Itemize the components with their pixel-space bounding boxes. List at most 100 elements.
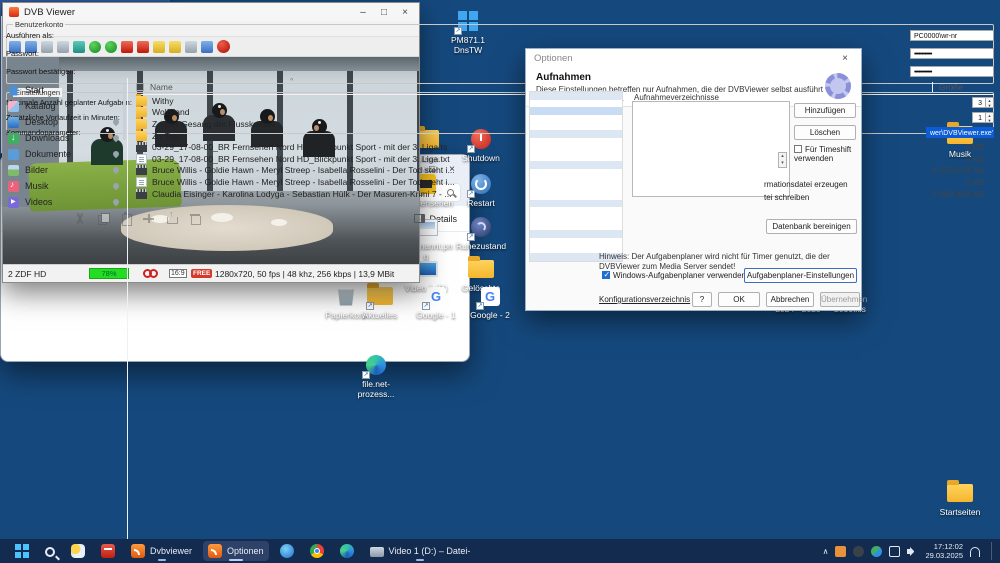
sidebar-item-bilder[interactable]: Bilder xyxy=(0,162,127,178)
tree-item-epg[interactable] xyxy=(530,169,622,177)
sidebar-item-dokumente[interactable]: Dokumente xyxy=(0,154,127,162)
taskbar-search-button[interactable] xyxy=(40,541,60,561)
cast-icon[interactable] xyxy=(889,546,900,557)
write-file-checkbox-fragment[interactable]: tei schreiben xyxy=(764,193,809,202)
taskbar-dvbviewer-button[interactable]: Dvbviewer xyxy=(126,541,197,561)
ok-button[interactable]: OK xyxy=(718,292,760,307)
taskbar-item-icon xyxy=(15,544,29,558)
sidebar-item-icon xyxy=(8,165,19,176)
tray-date: 29.03.2025 xyxy=(925,551,963,560)
taskbar-mail-button[interactable] xyxy=(96,541,120,561)
timeshift-checkbox[interactable]: Für Timeshift verwenden xyxy=(794,145,860,163)
tree-item-wiedergabe-komponenten[interactable] xyxy=(530,138,622,146)
password-input[interactable]: •••••••••••• xyxy=(910,48,994,59)
file-name: Bruce Willis - Goldie Hawn - Meryl Stree… xyxy=(152,177,470,187)
tree-item-osd-maus[interactable] xyxy=(530,215,622,223)
tree-item-senderlogos[interactable] xyxy=(530,192,622,200)
apply-button[interactable]: Übernehmen xyxy=(820,292,860,307)
taskbar-item-label: Dvbviewer xyxy=(150,546,192,556)
sidebar-item-label: Dokumente xyxy=(25,154,107,159)
taskbar: Dvbviewer Optionen Video 1 (D:) – Datei- xyxy=(0,539,1000,563)
tree-item-dvd-optionen[interactable] xyxy=(530,146,622,154)
optionen-dialog: Optionen × Aufnahmen Diese Einstellungen… xyxy=(525,48,862,311)
scheduler-settings-button[interactable]: Aufgabenplaner-Einstellungen xyxy=(744,268,857,283)
taskbar-item-icon xyxy=(131,544,145,558)
tree-item-osd-menue[interactable] xyxy=(530,223,622,231)
tree-item-aufnahme-timer[interactable] xyxy=(530,115,622,123)
clock[interactable]: 17:12:02 29.03.2025 xyxy=(925,542,963,560)
config-directory-link[interactable]: Konfigurationsverzeichnis xyxy=(599,295,690,304)
sidebar-item-label: Bilder xyxy=(25,165,107,175)
sidebar-item-icon xyxy=(8,154,19,160)
optionen-title: Optionen xyxy=(534,53,837,64)
explorer-window: Video 1 (D:) × + – □ × ← → ↑ ↻ › Dieser … xyxy=(0,154,470,362)
taskbar-item-icon xyxy=(310,544,324,558)
file-name: Claudia Eisinger - Karolina Lodyga - Seb… xyxy=(152,189,470,199)
taskbar-edge-button[interactable] xyxy=(335,541,359,561)
file-name: 03-29_17-08-00_BR Fernsehen Nord HD_Blic… xyxy=(152,154,470,164)
close-icon[interactable]: × xyxy=(397,7,413,18)
taskbar-item-icon xyxy=(101,544,115,558)
info-file-checkbox-fragment[interactable]: rmationsdatei erzeugen xyxy=(764,180,848,189)
add-button[interactable]: Hinzufügen xyxy=(794,103,856,118)
cancel-button[interactable]: Abbrechen xyxy=(766,292,814,307)
page-title: Aufnahmen xyxy=(536,72,851,83)
tray-time: 17:12:02 xyxy=(925,542,963,551)
tree-item-tv-radio[interactable] xyxy=(530,161,622,169)
tree-item-bild-in-bild[interactable] xyxy=(530,154,622,162)
tree-item-eingaben[interactable] xyxy=(530,230,622,238)
file-row-claudia-ts[interactable]: Claudia Eisinger - Karolina Lodyga - Seb… xyxy=(136,188,470,200)
file-row-bruce-ts[interactable]: Bruce Willis - Goldie Hawn - Meryl Stree… xyxy=(136,165,470,177)
explorer-file-list: Name^ Größe Withy Wolfsland xyxy=(128,154,470,362)
hidden-icons-chevron[interactable]: ∧ xyxy=(823,547,829,556)
help-button[interactable]: ? xyxy=(692,292,712,307)
gear-icon xyxy=(825,73,851,99)
file-type-icon xyxy=(136,177,147,187)
sidebar-item-label: Videos xyxy=(25,197,107,207)
tray-app-icon[interactable] xyxy=(853,546,864,557)
tray-app-icon[interactable] xyxy=(871,546,882,557)
dvbviewer-titlebar[interactable]: DVB Viewer – □ × xyxy=(3,3,419,21)
cleanup-database-button[interactable]: Datenbank bereinigen xyxy=(766,219,857,234)
tree-item-untertitel[interactable] xyxy=(530,184,622,192)
taskbar-chrome-button[interactable] xyxy=(305,541,329,561)
pin-icon xyxy=(112,198,120,206)
checkbox-checked-icon xyxy=(602,271,610,279)
tree-item-osd-skin[interactable] xyxy=(530,207,622,215)
file-row-bruce-txt[interactable]: Bruce Willis - Goldie Hawn - Meryl Stree… xyxy=(136,176,470,188)
volume-icon[interactable] xyxy=(907,546,918,557)
taskbar-copilot-button[interactable] xyxy=(275,541,299,561)
delete-button[interactable]: Löschen xyxy=(794,125,856,140)
show-desktop-button[interactable] xyxy=(991,542,994,560)
windows-scheduler-checkbox[interactable]: Windows-Aufgabenplaner verwenden xyxy=(602,271,746,280)
taskbar-start-button[interactable] xyxy=(10,541,34,561)
dvbviewer-title: DVB Viewer xyxy=(24,7,350,18)
tree-item-hardware[interactable] xyxy=(530,130,622,138)
sidebar-item-icon xyxy=(8,197,19,208)
sidebar-item-musik[interactable]: Musik xyxy=(0,178,127,194)
taskbar-item-icon xyxy=(370,547,384,557)
close-icon[interactable]: × xyxy=(837,53,853,64)
notification-bell-icon[interactable] xyxy=(970,547,980,557)
taskbar-widgets-button[interactable] xyxy=(66,541,90,561)
minimize-icon[interactable]: – xyxy=(355,7,371,18)
tray-app-icon[interactable] xyxy=(835,546,846,557)
tree-item-allgemein[interactable] xyxy=(530,92,622,100)
tree-item-maus[interactable] xyxy=(530,238,622,246)
tree-item-osd-allgemein[interactable] xyxy=(530,200,622,208)
tree-item-aufnahmen[interactable] xyxy=(530,107,622,115)
tree-item-teletext-hbbtv[interactable] xyxy=(530,177,622,185)
spinner-control[interactable]: ▴▾ xyxy=(778,152,787,168)
optionen-titlebar[interactable]: Optionen × xyxy=(526,49,861,67)
file-name: Bruce Willis - Goldie Hawn - Meryl Stree… xyxy=(152,165,470,175)
tree-item-erweitert[interactable] xyxy=(530,100,622,108)
taskbar-optionen-button[interactable]: Optionen xyxy=(203,541,269,561)
run-as-input[interactable]: PC0000\wr-nr xyxy=(910,30,994,41)
password-confirm-input[interactable]: •••••••••••• xyxy=(910,66,994,77)
sidebar-item-videos[interactable]: Videos xyxy=(0,194,127,210)
file-row-blickpunkt-txt[interactable]: 03-29_17-08-00_BR Fernsehen Nord HD_Blic… xyxy=(136,154,470,165)
tree-item-media-server[interactable] xyxy=(530,123,622,131)
taskbar-explorer-button[interactable]: Video 1 (D:) – Datei- xyxy=(365,541,476,561)
maximize-icon[interactable]: □ xyxy=(376,7,392,18)
desktop: PM871.1 DnsTW explorer - 2.exe Shutdown … xyxy=(0,0,1000,563)
